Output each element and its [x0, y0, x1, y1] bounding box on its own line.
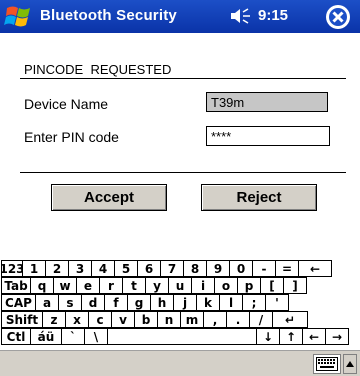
dialog-heading: PINCODE REQUESTED: [24, 62, 172, 77]
key-2[interactable]: 2: [45, 260, 69, 277]
key-s[interactable]: s: [58, 294, 82, 311]
key-slash[interactable]: /: [249, 311, 273, 328]
key-v[interactable]: v: [111, 311, 135, 328]
key-left-arrow[interactable]: ←: [302, 328, 326, 345]
menu-bar: [0, 350, 360, 376]
key-accents[interactable]: áü: [30, 328, 62, 345]
key-w[interactable]: w: [53, 277, 77, 294]
chevron-up-icon: [346, 361, 354, 367]
key-right-arrow[interactable]: →: [325, 328, 349, 345]
key-123[interactable]: 123: [1, 260, 23, 277]
keyboard-row-5: Ctl áü ` \ ↓ ↑ ← →: [1, 328, 360, 345]
key-comma[interactable]: ,: [203, 311, 227, 328]
key-q[interactable]: q: [30, 277, 54, 294]
keyboard-row-3: CAP a s d f g h j k l ; ': [1, 294, 360, 311]
divider: [20, 172, 346, 173]
key-n[interactable]: n: [157, 311, 181, 328]
key-7[interactable]: 7: [160, 260, 184, 277]
key-right-bracket[interactable]: ]: [283, 277, 307, 294]
key-u[interactable]: u: [168, 277, 192, 294]
key-r[interactable]: r: [99, 277, 123, 294]
key-backtick[interactable]: `: [61, 328, 85, 345]
key-a[interactable]: a: [35, 294, 59, 311]
key-minus[interactable]: -: [252, 260, 276, 277]
key-down-arrow[interactable]: ↓: [256, 328, 280, 345]
key-6[interactable]: 6: [137, 260, 161, 277]
key-tab[interactable]: Tab: [1, 277, 31, 294]
key-backslash[interactable]: \: [84, 328, 108, 345]
app-title: Bluetooth Security: [40, 7, 177, 24]
key-d[interactable]: d: [81, 294, 105, 311]
key-equals[interactable]: =: [275, 260, 299, 277]
keyboard-toggle-button[interactable]: [313, 354, 341, 374]
key-b[interactable]: b: [134, 311, 158, 328]
key-up-arrow[interactable]: ↑: [279, 328, 303, 345]
reject-button[interactable]: Reject: [201, 184, 317, 211]
keyboard-icon: [316, 357, 338, 371]
key-9[interactable]: 9: [206, 260, 230, 277]
key-semicolon[interactable]: ;: [242, 294, 266, 311]
device-name-label: Device Name: [24, 96, 109, 112]
key-shift[interactable]: Shift: [1, 311, 43, 328]
keyboard-row-4: Shift z x c v b n m , . / ↵: [1, 311, 360, 328]
close-icon: [327, 6, 349, 28]
key-1[interactable]: 1: [22, 260, 46, 277]
key-period[interactable]: .: [226, 311, 250, 328]
key-f[interactable]: f: [104, 294, 128, 311]
key-0[interactable]: 0: [229, 260, 253, 277]
pin-code-input[interactable]: ****: [206, 126, 330, 146]
keyboard-row-1: 123 1 2 3 4 5 6 7 8 9 0 - = ←: [1, 260, 360, 277]
heading-underline: [20, 78, 346, 79]
device-name-field: T39m: [206, 92, 328, 112]
key-ctl[interactable]: Ctl: [1, 328, 31, 345]
key-enter[interactable]: ↵: [272, 311, 308, 328]
title-bar: Bluetooth Security 9:15: [0, 0, 360, 33]
key-t[interactable]: t: [122, 277, 146, 294]
key-o[interactable]: o: [214, 277, 238, 294]
input-menu-arrow[interactable]: [343, 354, 357, 374]
key-l[interactable]: l: [219, 294, 243, 311]
key-left-bracket[interactable]: [: [260, 277, 284, 294]
key-x[interactable]: x: [65, 311, 89, 328]
key-g[interactable]: g: [127, 294, 151, 311]
windows-flag-icon[interactable]: [4, 3, 34, 30]
speaker-icon[interactable]: [230, 7, 252, 25]
key-y[interactable]: y: [145, 277, 169, 294]
key-apostrophe[interactable]: ': [265, 294, 289, 311]
key-i[interactable]: i: [191, 277, 215, 294]
key-3[interactable]: 3: [68, 260, 92, 277]
key-4[interactable]: 4: [91, 260, 115, 277]
keyboard-row-2: Tab q w e r t y u i o p [ ]: [1, 277, 360, 294]
key-e[interactable]: e: [76, 277, 100, 294]
pin-code-label: Enter PIN code: [24, 129, 119, 145]
key-h[interactable]: h: [150, 294, 174, 311]
close-button[interactable]: [326, 5, 350, 29]
key-m[interactable]: m: [180, 311, 204, 328]
key-8[interactable]: 8: [183, 260, 207, 277]
key-j[interactable]: j: [173, 294, 197, 311]
clock[interactable]: 9:15: [258, 7, 288, 24]
key-z[interactable]: z: [42, 311, 66, 328]
key-space[interactable]: [107, 328, 257, 345]
soft-keyboard: 123 1 2 3 4 5 6 7 8 9 0 - = ← Tab q w e …: [1, 260, 360, 345]
key-k[interactable]: k: [196, 294, 220, 311]
key-backspace[interactable]: ←: [298, 260, 332, 277]
key-p[interactable]: p: [237, 277, 261, 294]
key-5[interactable]: 5: [114, 260, 138, 277]
key-c[interactable]: c: [88, 311, 112, 328]
key-caps[interactable]: CAP: [1, 294, 36, 311]
accept-button[interactable]: Accept: [51, 184, 167, 211]
